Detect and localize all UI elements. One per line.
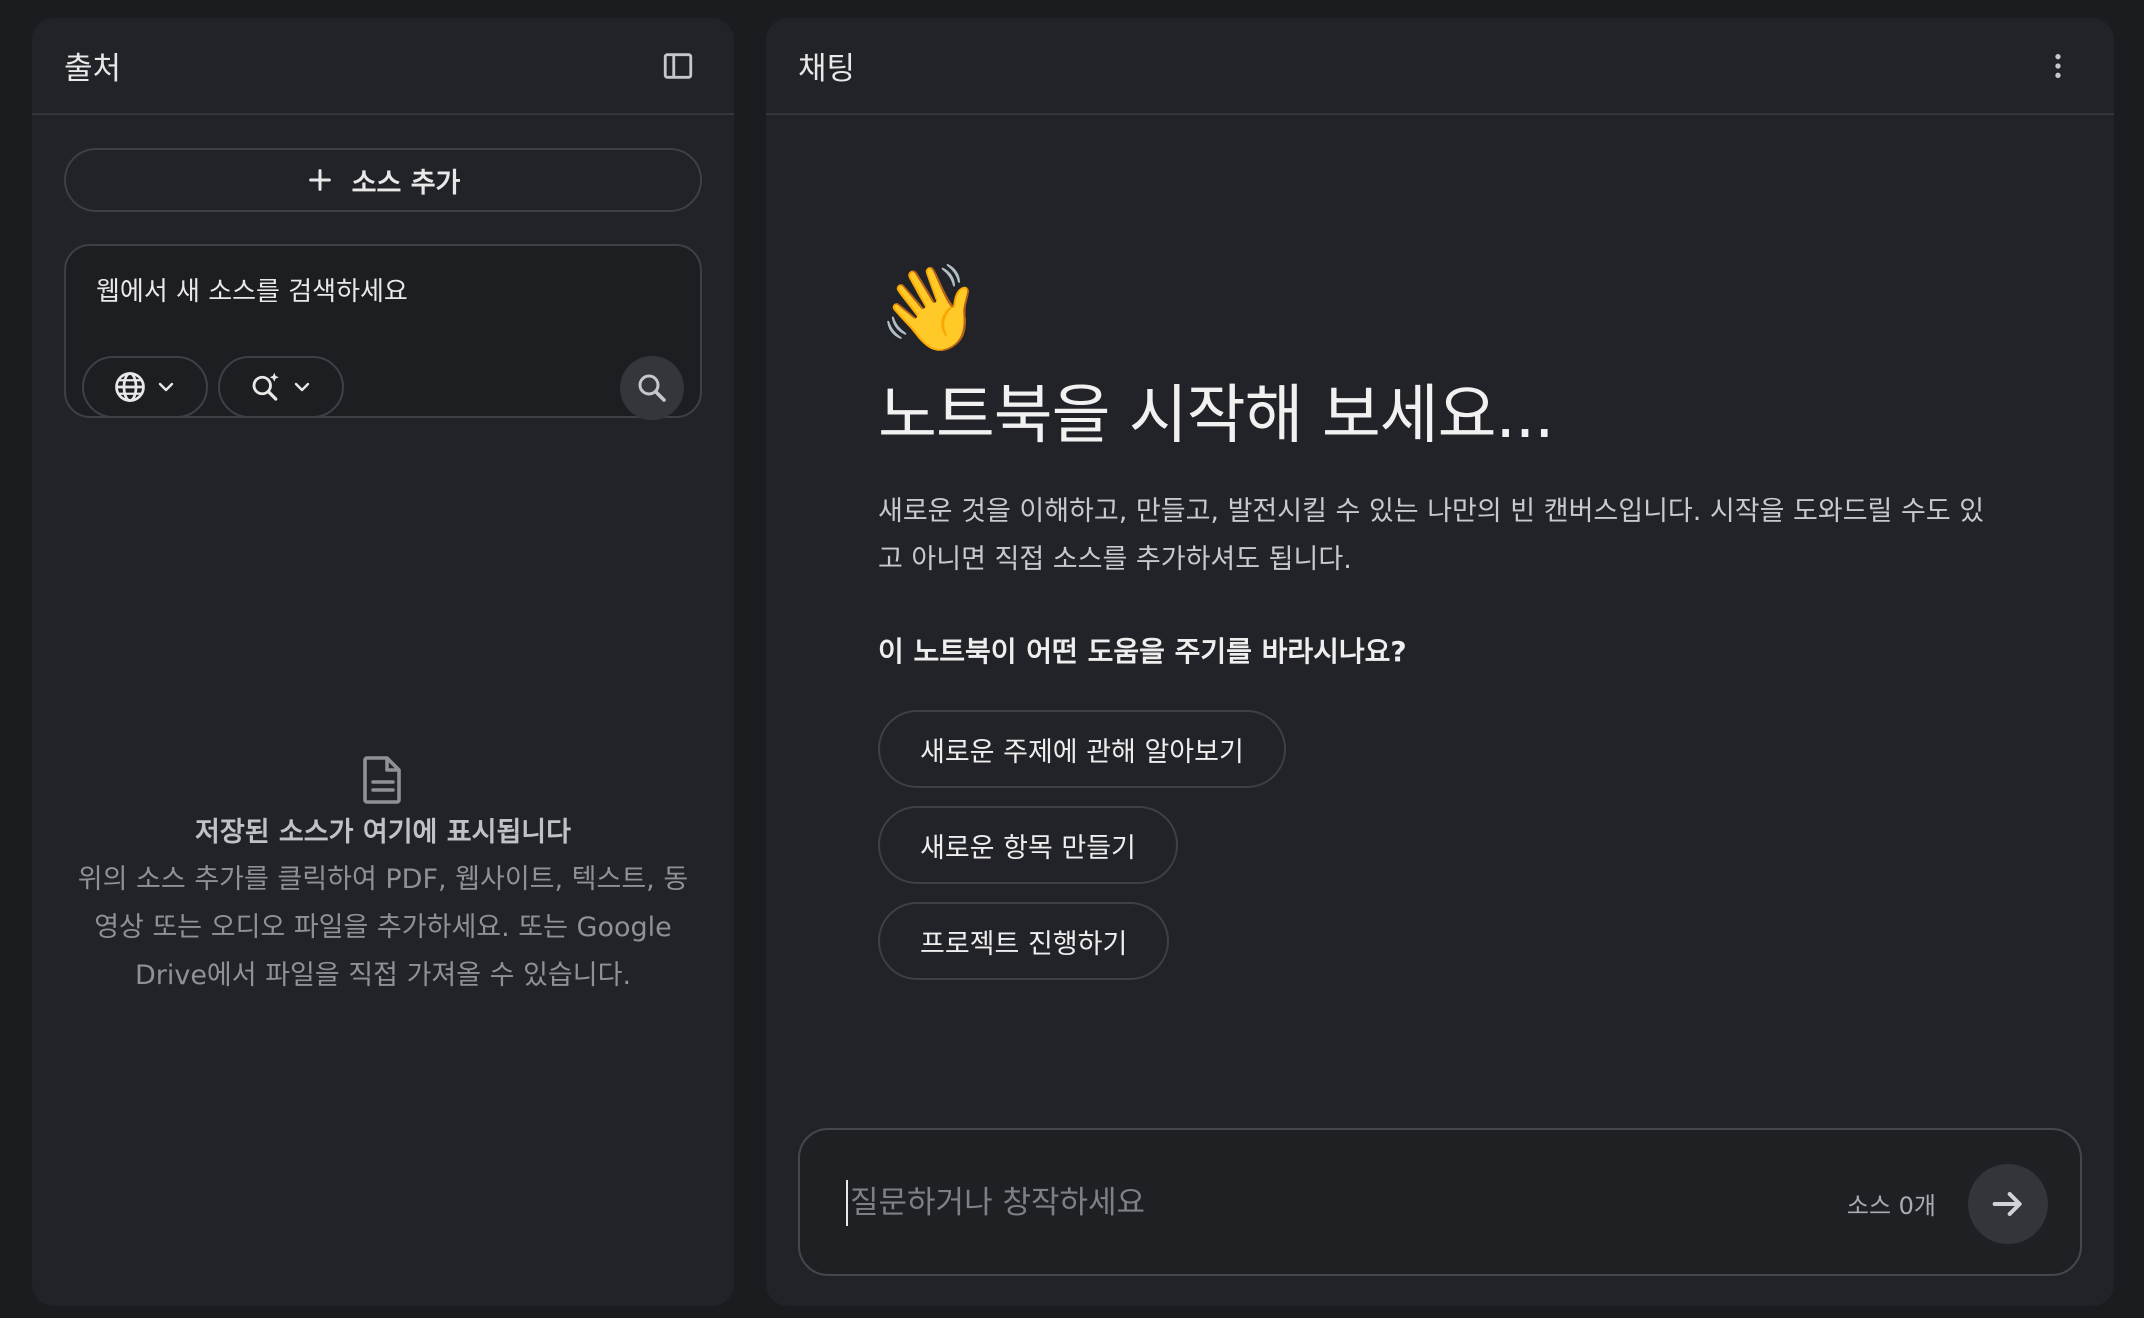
empty-state-title: 저장된 소스가 여기에 표시됩니다 xyxy=(195,817,571,848)
sources-panel: 출처 소스 추가 웹에서 새 소스를 검색하세요 저장된 소스가 여기에 표시됩… xyxy=(32,18,734,1306)
chevron-down-icon xyxy=(294,382,310,392)
search-icon xyxy=(638,374,666,402)
web-search-box xyxy=(64,244,702,420)
chat-menu-button[interactable] xyxy=(2034,42,2082,90)
sources-title: 출처 xyxy=(64,51,122,87)
chat-welcome: 👋 노트북을 시작해 보세요... 새로운 것을 이해하고, 만들고, 발전시킬… xyxy=(878,258,2008,980)
web-source-dropdown[interactable] xyxy=(82,356,208,418)
waving-hand-icon: 👋 xyxy=(878,259,983,357)
toggle-sidebar-button[interactable] xyxy=(654,42,702,90)
send-button[interactable] xyxy=(1968,1164,2048,1244)
empty-desc-line: 영상 또는 오디오 파일을 추가하세요. 또는 Google xyxy=(94,912,672,943)
chat-header: 채팅 xyxy=(766,18,2114,115)
chat-composer: 소스 0개 xyxy=(798,1128,2082,1276)
empty-desc-line: Drive에서 파일을 직접 가져올 수 있습니다. xyxy=(134,960,632,991)
chat-intro-line: 새로운 것을 이해하고, 만들고, 발전시킬 수 있는 나만의 빈 캔버스입니다… xyxy=(878,496,1985,527)
document-icon xyxy=(363,756,401,804)
empty-desc-line: 위의 소스 추가를 클릭하여 PDF, 웹사이트, 텍스트, 동 xyxy=(77,864,689,895)
sidebar-panel-icon xyxy=(663,52,693,79)
chat-title: 채팅 xyxy=(798,51,856,87)
globe-icon xyxy=(115,372,145,402)
suggestion-list: 새로운 주제에 관해 알아보기 새로운 항목 만들기 프로젝트 진행하기 xyxy=(878,710,2008,980)
chat-intro: 새로운 것을 이해하고, 만들고, 발전시킬 수 있는 나만의 빈 캔버스입니다… xyxy=(878,488,2008,584)
web-search-submit-button[interactable] xyxy=(620,356,684,420)
more-vertical-icon xyxy=(2055,53,2061,78)
suggestion-learn-topic[interactable]: 새로운 주제에 관해 알아보기 xyxy=(878,710,1286,788)
app-root: 출처 소스 추가 웹에서 새 소스를 검색하세요 저장된 소스가 여기에 표시됩… xyxy=(0,0,2144,1318)
suggestion-create-item[interactable]: 새로운 항목 만들기 xyxy=(878,806,1178,884)
research-mode-dropdown[interactable] xyxy=(218,356,344,418)
chat-heading: 노트북을 시작해 보세요... xyxy=(878,379,1555,453)
plus-icon xyxy=(308,169,331,191)
chat-input[interactable] xyxy=(846,1180,1826,1226)
add-source-button[interactable]: 소스 추가 xyxy=(64,148,702,212)
empty-state-description: 위의 소스 추가를 클릭하여 PDF, 웹사이트, 텍스트, 동 영상 또는 오… xyxy=(64,856,702,1000)
source-count-label: 소스 0개 xyxy=(1846,1192,1936,1220)
suggestion-run-project[interactable]: 프로젝트 진행하기 xyxy=(878,902,1170,980)
arrow-right-icon xyxy=(1992,1192,2022,1216)
add-source-label: 소스 추가 xyxy=(351,167,461,199)
chat-panel: 채팅 👋 노트북을 시작해 보세요... 새로운 것을 이해하고, 만들고, 발… xyxy=(766,18,2114,1306)
chevron-down-icon xyxy=(158,382,174,392)
chat-question: 이 노트북이 어떤 도움을 주기를 바라시나요? xyxy=(878,635,1407,668)
sources-header: 출처 xyxy=(32,18,734,115)
chat-intro-line: 고 아니면 직접 소스를 추가하셔도 됩니다. xyxy=(878,544,1352,575)
web-search-input[interactable] xyxy=(96,270,656,314)
sources-empty-state: 저장된 소스가 여기에 표시됩니다 위의 소스 추가를 클릭하여 PDF, 웹사… xyxy=(64,754,702,1000)
empty-state-icon-wrap xyxy=(64,754,702,806)
sparkle-search-icon xyxy=(252,372,279,401)
